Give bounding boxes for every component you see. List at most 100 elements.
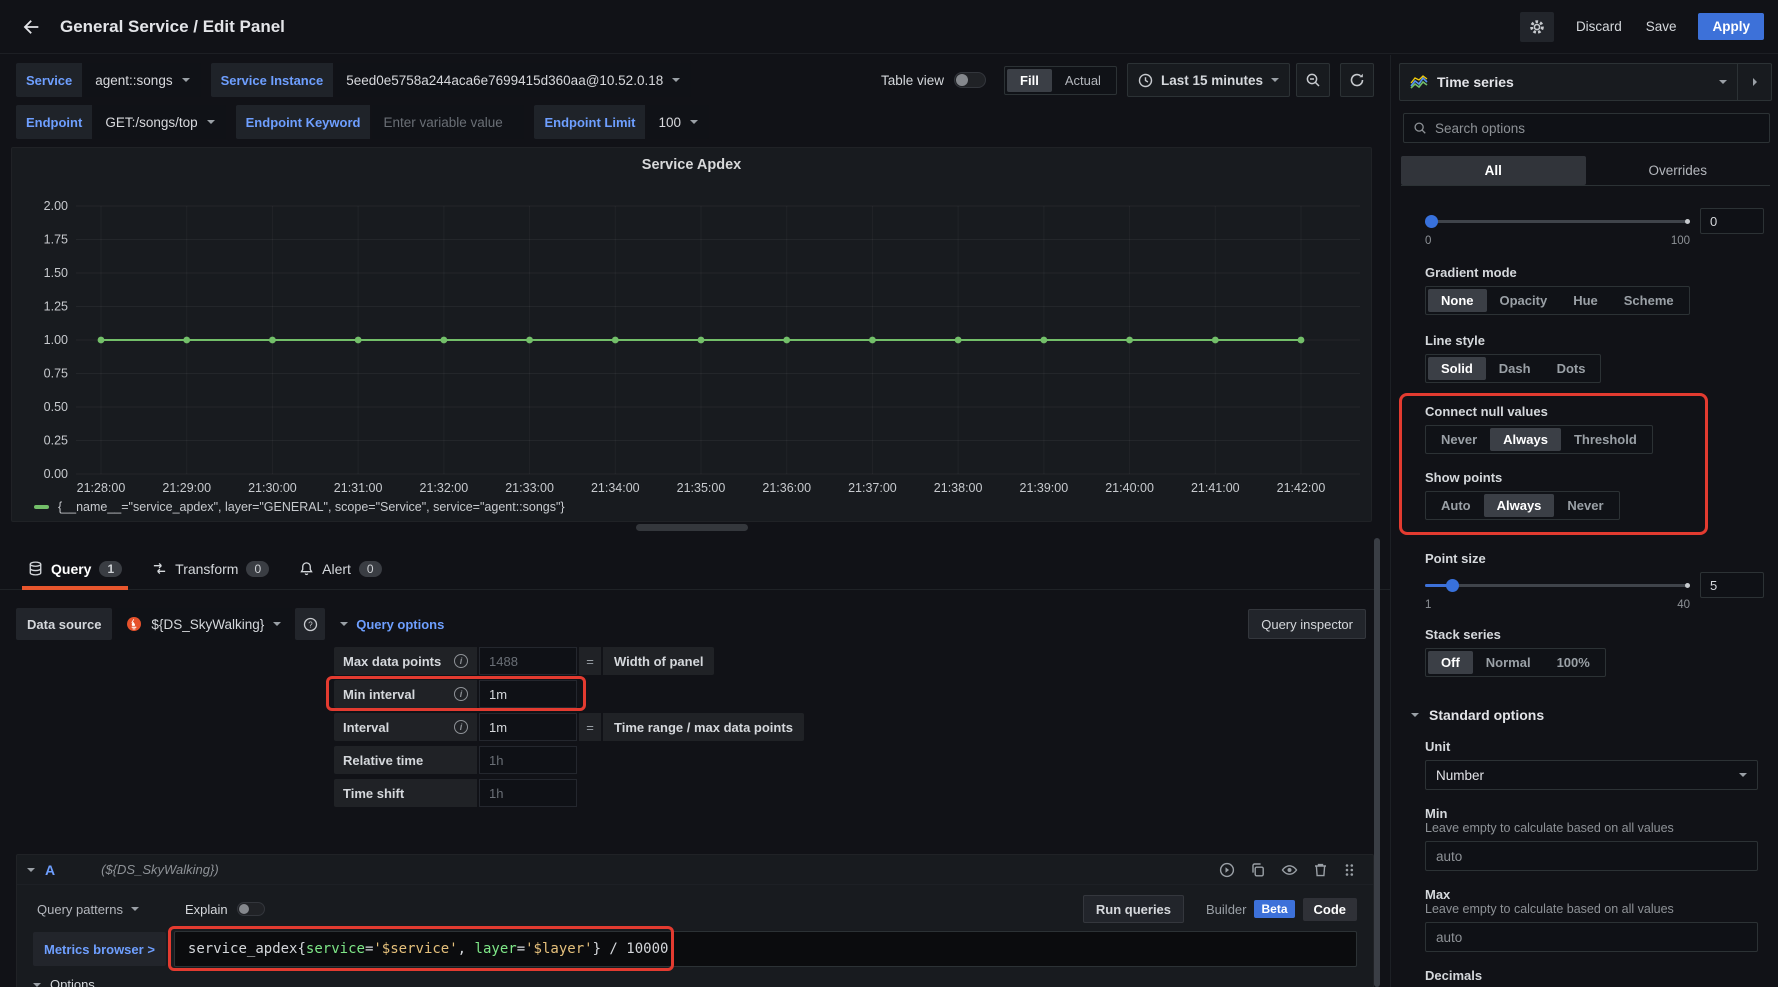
service-instance-select[interactable]: 5eed0e5758a244aca6e7699415d360aa@10.52.0…: [335, 63, 691, 97]
option-label: Min intervali: [334, 680, 477, 708]
radio-option-hue[interactable]: Hue: [1560, 289, 1611, 312]
query-options-header[interactable]: Query options: [340, 617, 444, 632]
query-patterns-dropdown[interactable]: Query patterns: [33, 902, 143, 917]
x-axis-label: 21:40:00: [1105, 481, 1154, 495]
min-input[interactable]: auto: [1425, 841, 1758, 871]
x-axis-label: 21:31:00: [334, 481, 383, 495]
expression-token: ,: [458, 941, 475, 957]
refresh-button[interactable]: [1340, 63, 1374, 97]
builder-option[interactable]: Builder: [1206, 902, 1246, 917]
option-input[interactable]: 1h: [479, 746, 577, 774]
metrics-browser-button[interactable]: Metrics browser >: [33, 932, 166, 966]
save-button[interactable]: Save: [1634, 13, 1689, 40]
radio-option-threshold[interactable]: Threshold: [1561, 428, 1650, 451]
endpoint-select[interactable]: GET:/songs/top: [94, 105, 225, 139]
point-size-slider[interactable]: [1425, 572, 1690, 598]
back-button[interactable]: [14, 10, 48, 44]
tab-alert-label: Alert: [322, 561, 351, 577]
code-option[interactable]: Code: [1303, 898, 1358, 921]
explain-label: Explain: [185, 902, 228, 917]
fill-opacity-slider[interactable]: [1425, 208, 1690, 234]
tab-overrides[interactable]: Overrides: [1586, 156, 1771, 185]
radio-option-none[interactable]: None: [1428, 289, 1487, 312]
slider-min-label: 0: [1425, 235, 1431, 247]
series-point: [1298, 337, 1305, 344]
series-point: [355, 337, 362, 344]
option-input[interactable]: 1m: [479, 680, 577, 708]
series-point: [1040, 337, 1047, 344]
datasource-help-button[interactable]: ?: [295, 608, 325, 640]
chevron-down-icon: [131, 907, 139, 911]
actual-option[interactable]: Actual: [1052, 69, 1114, 92]
tab-alert[interactable]: Alert 0: [299, 548, 381, 590]
connect-null-label: Connect null values: [1425, 404, 1695, 419]
drag-handle-icon[interactable]: [1343, 862, 1355, 878]
discard-button[interactable]: Discard: [1564, 13, 1634, 40]
delete-query-icon[interactable]: [1313, 862, 1328, 878]
run-queries-button[interactable]: Run queries: [1083, 895, 1184, 923]
radio-option-opacity[interactable]: Opacity: [1487, 289, 1561, 312]
radio-option-solid[interactable]: Solid: [1428, 357, 1486, 380]
zoom-out-button[interactable]: [1296, 63, 1330, 97]
radio-option-scheme[interactable]: Scheme: [1611, 289, 1687, 312]
query-row-header[interactable]: A (${DS_SkyWalking}): [17, 855, 1373, 885]
hide-query-icon[interactable]: [1281, 862, 1298, 878]
duplicate-query-icon[interactable]: [1250, 862, 1266, 878]
explain-toggle[interactable]: [237, 902, 265, 916]
panel-settings-button[interactable]: [1520, 12, 1554, 42]
table-view-toggle[interactable]: [954, 72, 986, 88]
point-size-field: Point size 5 1 40: [1425, 551, 1764, 611]
fill-opacity-value[interactable]: 0: [1700, 208, 1764, 234]
run-query-icon[interactable]: [1219, 862, 1235, 878]
connect-null-field: Connect null values NeverAlwaysThreshold: [1425, 404, 1695, 454]
tab-transform[interactable]: Transform 0: [152, 548, 269, 590]
chart-legend[interactable]: {__name__="service_apdex", layer="GENERA…: [34, 500, 565, 514]
query-option-row: Max data pointsi1488=Width of panel: [334, 647, 714, 675]
radio-option-always[interactable]: Always: [1484, 494, 1555, 517]
radio-option-100-[interactable]: 100%: [1544, 651, 1603, 674]
slider-handle[interactable]: [1425, 215, 1438, 228]
time-range-picker[interactable]: Last 15 minutes: [1127, 63, 1290, 97]
promql-expression-input[interactable]: service_apdex{service='$service', layer=…: [174, 931, 1357, 967]
point-size-value[interactable]: 5: [1700, 572, 1764, 598]
tab-query[interactable]: Query 1: [28, 548, 122, 590]
slider-handle[interactable]: [1446, 579, 1459, 592]
service-select[interactable]: agent::songs: [84, 63, 200, 97]
radio-option-auto[interactable]: Auto: [1428, 494, 1484, 517]
query-options-label: Query options: [356, 617, 444, 632]
service-variable: Service agent::songs: [16, 63, 201, 97]
radio-option-never[interactable]: Never: [1428, 428, 1490, 451]
option-description: Time range / max data points: [603, 713, 804, 741]
visualization-picker[interactable]: Time series: [1399, 63, 1738, 101]
radio-option-off[interactable]: Off: [1428, 651, 1473, 674]
radio-option-normal[interactable]: Normal: [1473, 651, 1544, 674]
pane-resize-handle[interactable]: [636, 524, 748, 531]
apply-button[interactable]: Apply: [1698, 13, 1764, 40]
tab-all[interactable]: All: [1401, 156, 1586, 185]
fill-option[interactable]: Fill: [1007, 69, 1052, 92]
endpoint-keyword-input[interactable]: Enter variable value: [372, 105, 524, 139]
radio-option-never[interactable]: Never: [1554, 494, 1616, 517]
radio-option-always[interactable]: Always: [1490, 428, 1561, 451]
service-instance-label: Service Instance: [211, 63, 334, 97]
query-inspector-button[interactable]: Query inspector: [1248, 609, 1366, 639]
endpoint-limit-select[interactable]: 100: [647, 105, 709, 139]
radio-option-dots[interactable]: Dots: [1544, 357, 1599, 380]
query-options-collapse[interactable]: Options: [33, 977, 1357, 987]
unit-select[interactable]: Number: [1425, 760, 1758, 790]
option-input[interactable]: 1h: [479, 779, 577, 807]
standard-options-section[interactable]: Standard options: [1411, 707, 1764, 723]
refresh-icon: [1349, 72, 1365, 88]
svg-text:?: ?: [308, 620, 313, 629]
datasource-picker[interactable]: ${DS_SkyWalking}: [115, 608, 292, 640]
radio-option-dash[interactable]: Dash: [1486, 357, 1544, 380]
time-series-chart[interactable]: 21:28:0021:29:0021:30:0021:31:0021:32:00…: [12, 148, 1371, 521]
options-search-input[interactable]: Search options: [1403, 113, 1770, 143]
option-input[interactable]: 1488: [479, 647, 577, 675]
info-icon: i: [454, 687, 468, 701]
database-icon: [28, 561, 43, 576]
option-input[interactable]: 1m: [479, 713, 577, 741]
scrollbar[interactable]: [1372, 530, 1382, 987]
max-input[interactable]: auto: [1425, 922, 1758, 952]
collapse-options-button[interactable]: [1738, 63, 1772, 101]
